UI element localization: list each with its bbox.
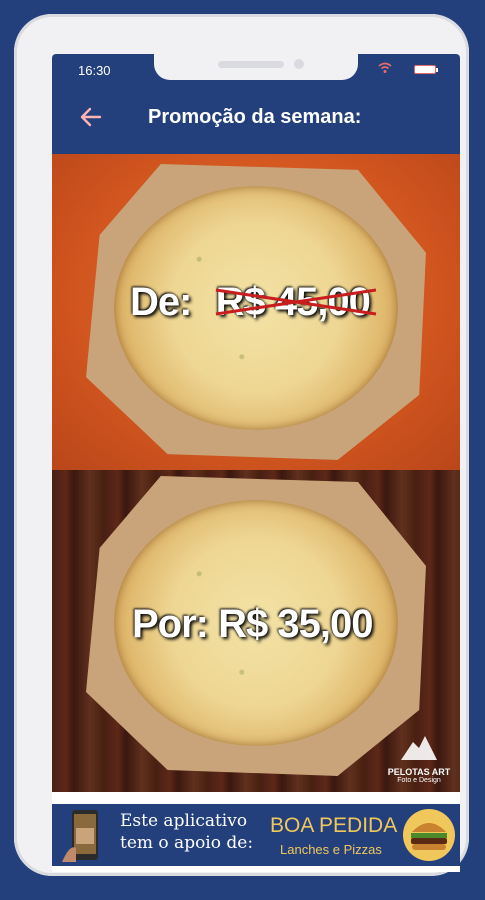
support-line-2: tem o apoio de: <box>120 833 254 853</box>
speaker-grille <box>218 61 284 68</box>
status-time: 16:30 <box>78 63 111 78</box>
promo-image-new-price: Por: R$ 35,00 PELOTAS ART Foto e Design <box>52 470 460 792</box>
wifi-icon <box>378 62 392 73</box>
support-text: Este aplicativo tem o apoio de: <box>120 810 270 854</box>
mountain-logo-icon <box>401 736 437 760</box>
to-label: Por: <box>132 602 209 646</box>
promo-image-old-price: De: R$ 45,00 <box>52 154 460 470</box>
burger-icon <box>403 809 455 861</box>
app-bar: Promoção da semana: <box>52 84 460 154</box>
phone-frame: 16:30 Promoção da semana: De: R$ 45,00 P… <box>14 14 469 876</box>
strikethrough-icon <box>215 288 376 316</box>
app-screen: 16:30 Promoção da semana: De: R$ 45,00 P… <box>52 54 460 872</box>
sponsor-brand-subtitle: Lanches e Pizzas <box>280 842 382 857</box>
sponsor-banner[interactable]: Este aplicativo tem o apoio de: BOA PEDI… <box>52 804 460 866</box>
phone-notch <box>154 54 358 80</box>
battery-icon <box>414 65 438 74</box>
old-price-wrap: R$ 45,00 <box>215 280 376 325</box>
old-price-label: De: R$ 45,00 <box>130 280 376 325</box>
photographer-watermark: PELOTAS ART Foto e Design <box>386 732 452 784</box>
phone-illustration-icon <box>62 810 98 862</box>
support-line-1: Este aplicativo <box>120 811 248 831</box>
from-label: De: <box>130 280 192 324</box>
front-camera <box>294 59 304 69</box>
status-bar: 16:30 <box>52 54 460 84</box>
page-title: Promoção da semana: <box>148 106 362 128</box>
new-price-label: Por: R$ 35,00 <box>132 602 373 647</box>
watermark-subtitle: Foto e Design <box>397 777 441 784</box>
sponsor-brand: BOA PEDIDA <box>270 814 398 837</box>
new-price: R$ 35,00 <box>218 602 373 646</box>
watermark-name: PELOTAS ART <box>387 767 451 777</box>
arrow-left-icon[interactable] <box>78 104 104 130</box>
